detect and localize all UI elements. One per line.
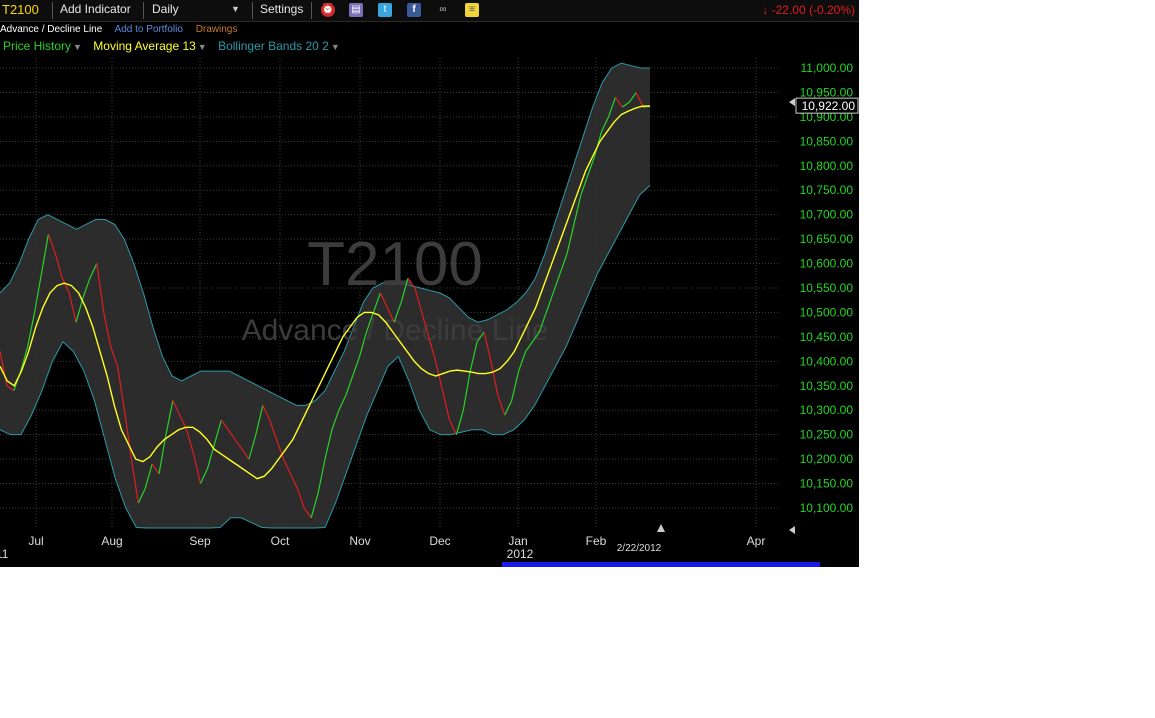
legend-bollinger-bands[interactable]: Bollinger Bands 20 2	[218, 39, 329, 53]
indicator-name: Advance / Decline Line	[0, 24, 103, 35]
chevron-down-icon[interactable]: ▼	[331, 42, 340, 52]
y-tick-label: 10,800.00	[800, 159, 854, 173]
legend: Price History ▼ Moving Average 13 ▼ Bollin…	[3, 38, 348, 54]
price-change: ↓ -22.00 (-0.20%)	[762, 0, 855, 21]
toolbar-divider	[143, 2, 144, 19]
y-tick-label: 10,750.00	[800, 183, 854, 197]
x-tick-label: Oct	[271, 534, 290, 548]
legend-price-history[interactable]: Price History	[3, 39, 71, 53]
y-tick-label: 10,350.00	[800, 379, 854, 393]
x-tick-label: Jan	[508, 534, 527, 548]
y-tick-label: 10,400.00	[800, 354, 854, 368]
price-change-value: -22.00 (-0.20%)	[771, 3, 855, 17]
chevron-down-icon[interactable]: ▼	[73, 42, 82, 52]
symbol-input[interactable]: T2100	[2, 0, 39, 21]
y-tick-label: 10,550.00	[800, 281, 854, 295]
x-left-partial-label: 11	[0, 547, 9, 561]
toolbar-divider	[311, 2, 312, 19]
last-value-marker-icon	[789, 98, 795, 107]
toolbar-divider	[52, 2, 53, 19]
toolbar: T2100 Add Indicator Daily ▼ Settings ⏰ ▤…	[0, 0, 859, 22]
book-icon[interactable]: ▤	[349, 3, 363, 17]
alarm-clock-icon[interactable]: ⏰	[321, 3, 335, 17]
legend-moving-average[interactable]: Moving Average 13	[93, 39, 196, 53]
drawings-link[interactable]: Drawings	[196, 24, 238, 35]
add-to-portfolio-link[interactable]: Add to Portfolio	[115, 24, 183, 35]
binoculars-icon[interactable]: ∞	[436, 3, 450, 17]
y-tick-label: 11,000.00	[801, 61, 854, 75]
cursor-date-label: 2/22/2012	[617, 543, 662, 554]
x-tick-label: Nov	[349, 534, 370, 548]
x-tick-label: Aug	[101, 534, 122, 548]
facebook-icon[interactable]: f	[407, 3, 421, 17]
axis-arrow-icon	[789, 526, 795, 534]
chart-canvas: T2100Advance / Decline Line11,000.0010,9…	[0, 58, 859, 561]
chart-subbar: Advance / Decline Line Add to Portfolio …	[0, 22, 247, 38]
chart-window: T2100 Advance / Decline Line 11,000.00 10,9…	[0, 0, 859, 567]
y-tick-label: 10,100.00	[800, 501, 854, 515]
y-tick-label: 10,850.00	[800, 134, 854, 148]
arrow-down-icon: ↓	[762, 3, 769, 17]
y-tick-label: 10,250.00	[800, 428, 854, 442]
y-tick-label: 10,600.00	[800, 257, 854, 271]
chevron-down-icon[interactable]: ▼	[231, 0, 240, 21]
y-tick-label: 10,450.00	[800, 330, 854, 344]
note-icon[interactable]: ≡	[465, 3, 479, 17]
scrollbar-thumb[interactable]	[502, 562, 820, 567]
y-tick-label: 10,650.00	[800, 232, 854, 246]
settings-button[interactable]: Settings	[260, 0, 303, 21]
x-tick-label: Sep	[189, 534, 211, 548]
chevron-down-icon[interactable]: ▼	[198, 42, 207, 52]
x-year-label: 2012	[507, 547, 534, 561]
add-indicator-button[interactable]: Add Indicator	[60, 0, 131, 21]
x-tick-label: Dec	[429, 534, 450, 548]
y-tick-label: 10,300.00	[800, 403, 854, 417]
last-value-label: 10,922.00	[802, 99, 856, 113]
watermark-symbol: T2100	[307, 230, 483, 299]
x-tick-label: Apr	[747, 534, 766, 548]
x-tick-label: Jul	[28, 534, 43, 548]
y-tick-label: 10,500.00	[800, 305, 854, 319]
y-tick-label: 10,150.00	[800, 477, 854, 491]
y-tick-label: 10,950.00	[800, 85, 854, 99]
toolbar-divider	[252, 2, 253, 19]
y-tick-label: 10,200.00	[800, 452, 854, 466]
period-select[interactable]: Daily	[152, 0, 179, 21]
x-tick-label: Feb	[586, 534, 607, 548]
y-tick-label: 10,700.00	[800, 208, 854, 222]
twitter-icon[interactable]: t	[378, 3, 392, 17]
cursor-marker-icon	[657, 524, 665, 532]
